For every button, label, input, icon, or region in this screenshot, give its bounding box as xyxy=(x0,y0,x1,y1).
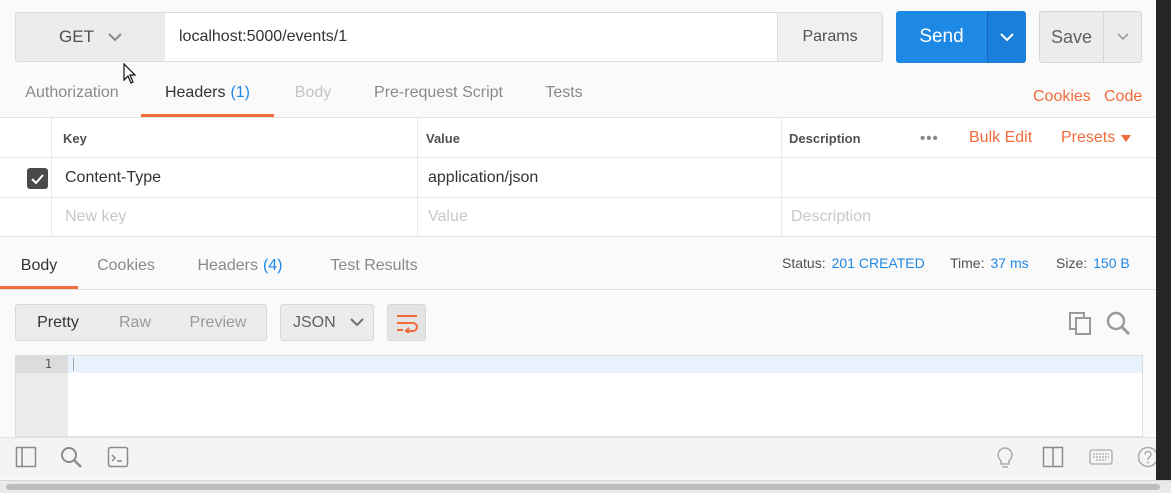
send-button[interactable]: Send xyxy=(896,11,987,63)
column-header-key: Key xyxy=(63,130,87,146)
tab-label: Body xyxy=(294,84,332,101)
keyboard-icon[interactable] xyxy=(1089,449,1113,465)
lightbulb-icon[interactable] xyxy=(995,446,1015,470)
url-input[interactable]: localhost:5000/events/1 xyxy=(165,12,778,62)
mouse-cursor-icon xyxy=(123,63,137,84)
scrollbar-thumb[interactable] xyxy=(6,484,1160,490)
caret-down-icon xyxy=(1121,134,1132,142)
method-select[interactable]: GET xyxy=(15,12,166,62)
column-header-value: Value xyxy=(426,130,460,146)
tab-label: Cookies xyxy=(97,257,155,274)
view-label: Pretty xyxy=(37,313,79,331)
row-divider xyxy=(0,197,1156,198)
tab-label: Authorization xyxy=(25,84,119,101)
response-tab-test-results[interactable]: Test Results xyxy=(328,257,420,289)
code-link[interactable]: Code xyxy=(1104,88,1142,106)
save-label: Save xyxy=(1050,26,1093,47)
chevron-down-icon xyxy=(108,32,122,41)
response-tab-body[interactable]: Body xyxy=(0,257,78,289)
chevron-down-icon xyxy=(1000,32,1014,41)
response-tab-cookies[interactable]: Cookies xyxy=(96,257,156,289)
view-mode-segmented: Pretty Raw Preview xyxy=(15,304,267,341)
response-body-editor[interactable]: 1 xyxy=(15,355,1143,437)
search-icon[interactable] xyxy=(60,446,84,468)
send-label: Send xyxy=(919,26,964,47)
tab-headers[interactable]: Headers (1) xyxy=(141,84,274,117)
tab-label: Headers xyxy=(164,84,226,101)
save-button[interactable]: Save xyxy=(1039,11,1104,63)
console-icon[interactable] xyxy=(107,446,129,468)
line-number: 1 xyxy=(16,356,68,373)
header-key-cell[interactable]: Content-Type xyxy=(65,159,161,197)
two-pane-icon[interactable] xyxy=(1042,446,1064,468)
presets-button[interactable]: Presets xyxy=(1061,118,1132,158)
wrap-lines-icon xyxy=(396,314,418,333)
params-label: Params xyxy=(802,28,858,45)
tab-pre-request-script[interactable]: Pre-request Script xyxy=(370,84,507,117)
view-label: Raw xyxy=(118,313,151,331)
copy-icon[interactable] xyxy=(1068,311,1092,335)
cookies-link[interactable]: Cookies xyxy=(1033,88,1091,106)
format-select[interactable]: JSON xyxy=(280,304,374,341)
tab-label: Body xyxy=(20,257,58,274)
format-label: JSON xyxy=(293,313,336,331)
status-value: 201 CREATED xyxy=(831,255,925,271)
status-label: Status: xyxy=(782,255,826,271)
new-description-input[interactable]: Description xyxy=(791,198,871,236)
save-options-button[interactable] xyxy=(1103,11,1142,63)
column-divider xyxy=(417,118,418,237)
tab-label: Headers xyxy=(197,257,258,274)
more-options-icon[interactable]: ••• xyxy=(920,118,939,158)
new-key-input[interactable]: New key xyxy=(65,198,126,236)
chevron-down-icon xyxy=(349,318,364,327)
status-bar xyxy=(0,437,1165,479)
presets-label: Presets xyxy=(1061,129,1116,146)
checkmark-icon xyxy=(31,173,44,184)
tab-label: Tests xyxy=(545,84,583,101)
tab-label: Test Results xyxy=(330,257,418,274)
text-caret xyxy=(73,358,74,371)
chevron-down-icon xyxy=(1116,33,1129,41)
headers-table: Key Value Description ••• Bulk Edit Pres… xyxy=(0,117,1156,237)
method-label: GET xyxy=(59,27,94,46)
column-divider xyxy=(781,118,782,237)
response-status: Status: 201 CREATED xyxy=(782,255,925,271)
header-value-cell[interactable]: application/json xyxy=(428,159,538,197)
time-value: 37 ms xyxy=(990,255,1029,271)
send-options-button[interactable] xyxy=(987,11,1026,63)
wrap-lines-button[interactable] xyxy=(387,304,426,341)
view-pretty-button[interactable]: Pretty xyxy=(16,305,100,340)
view-label: Preview xyxy=(189,313,247,331)
active-line-highlight xyxy=(68,356,1142,373)
sidebar-icon[interactable] xyxy=(15,446,37,468)
tab-body[interactable]: Body xyxy=(292,84,334,117)
column-header-description: Description xyxy=(789,130,861,146)
new-value-input[interactable]: Value xyxy=(428,198,468,236)
size-label: Size: xyxy=(1056,255,1088,271)
column-divider xyxy=(51,118,52,237)
divider xyxy=(0,289,1156,290)
response-tab-headers[interactable]: Headers (4) xyxy=(195,257,285,289)
search-icon[interactable] xyxy=(1106,311,1132,335)
time-label: Time: xyxy=(950,255,985,271)
response-size: Size: 150 B xyxy=(1056,255,1130,271)
response-time: Time: 37 ms xyxy=(950,255,1029,271)
window-edge xyxy=(1156,0,1171,480)
params-button[interactable]: Params xyxy=(777,12,883,62)
size-value: 150 B xyxy=(1093,255,1130,271)
tab-tests[interactable]: Tests xyxy=(543,84,585,117)
tab-label: Pre-request Script xyxy=(374,84,503,101)
view-preview-button[interactable]: Preview xyxy=(170,305,266,340)
bulk-edit-button[interactable]: Bulk Edit xyxy=(969,118,1032,158)
view-raw-button[interactable]: Raw xyxy=(100,305,170,340)
tab-count: (4) xyxy=(262,257,283,274)
tab-authorization[interactable]: Authorization xyxy=(20,84,124,117)
url-text: localhost:5000/events/1 xyxy=(179,28,348,45)
header-enabled-checkbox[interactable] xyxy=(27,168,48,189)
tab-count: (1) xyxy=(230,84,251,101)
